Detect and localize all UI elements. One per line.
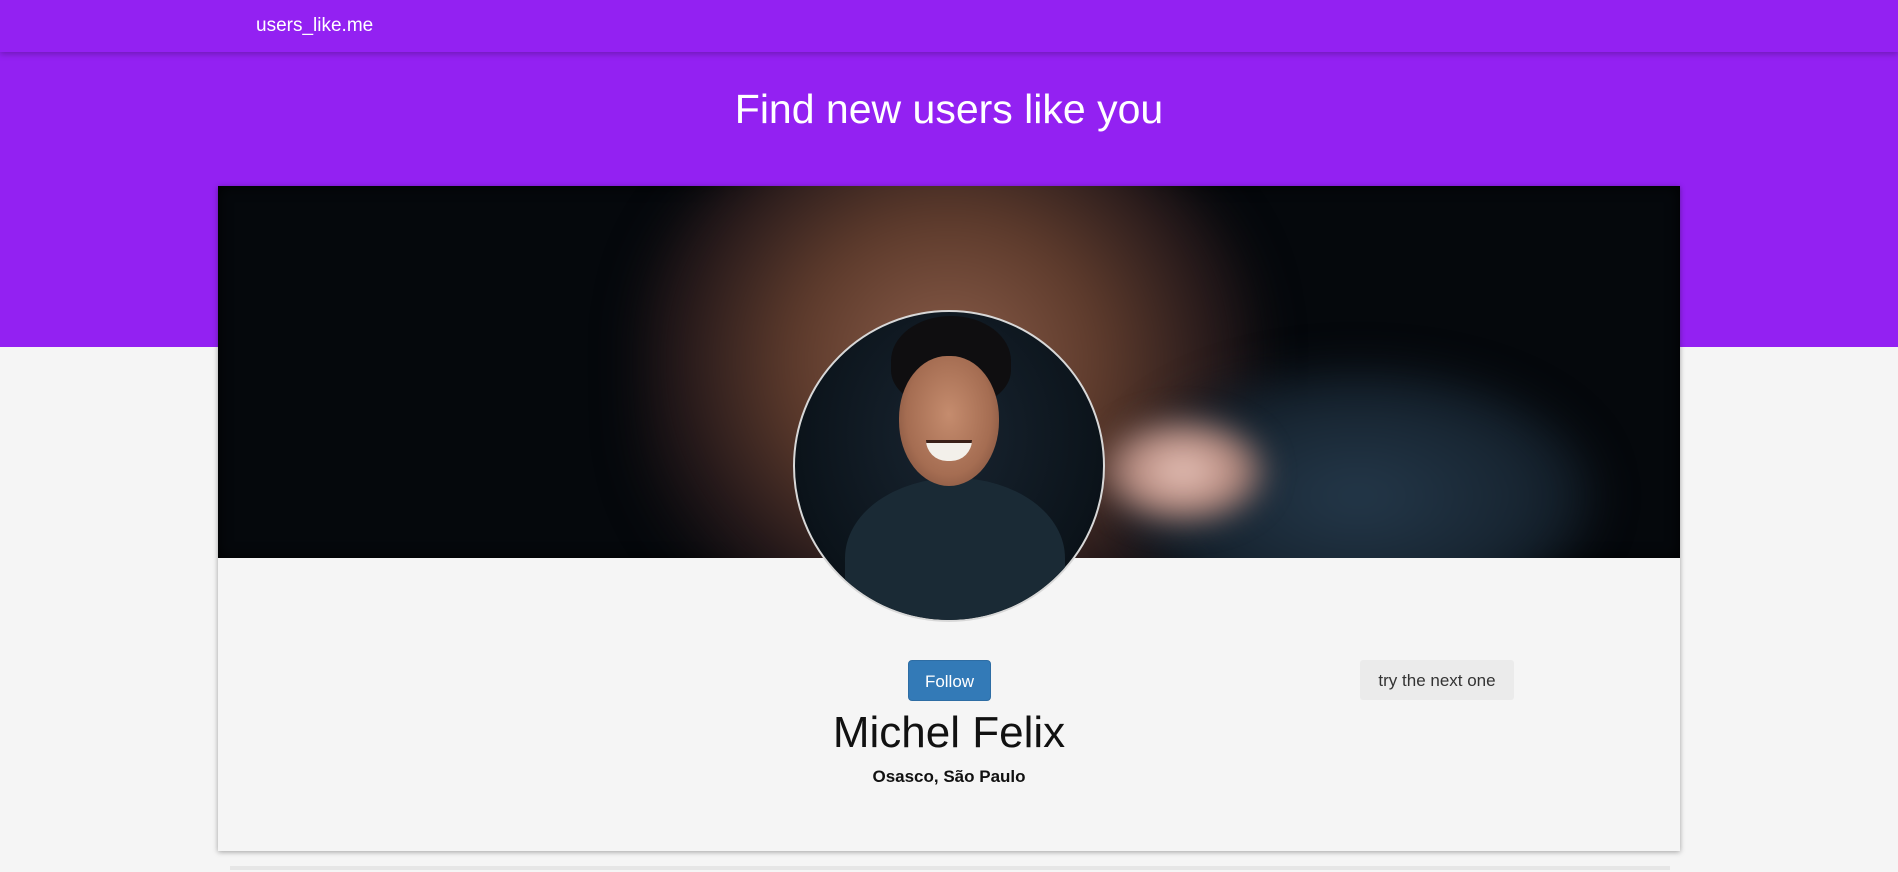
user-location: Osasco, São Paulo xyxy=(872,767,1026,786)
profile-card: Follow try the next one Michel Felix Osa… xyxy=(218,186,1680,851)
brand-link[interactable]: users_like.me xyxy=(256,14,373,38)
avatar-body xyxy=(845,478,1065,620)
follow-button[interactable]: Follow xyxy=(908,660,991,701)
cover-blur-smile xyxy=(1098,416,1268,526)
top-navbar: users_like.me xyxy=(0,0,1898,52)
next-card-edge xyxy=(230,866,1670,870)
avatar xyxy=(793,310,1105,622)
user-name: Michel Felix xyxy=(832,708,1066,757)
avatar-face xyxy=(899,356,999,486)
page-title: Find new users like you xyxy=(734,86,1164,132)
try-next-button[interactable]: try the next one xyxy=(1360,660,1514,700)
